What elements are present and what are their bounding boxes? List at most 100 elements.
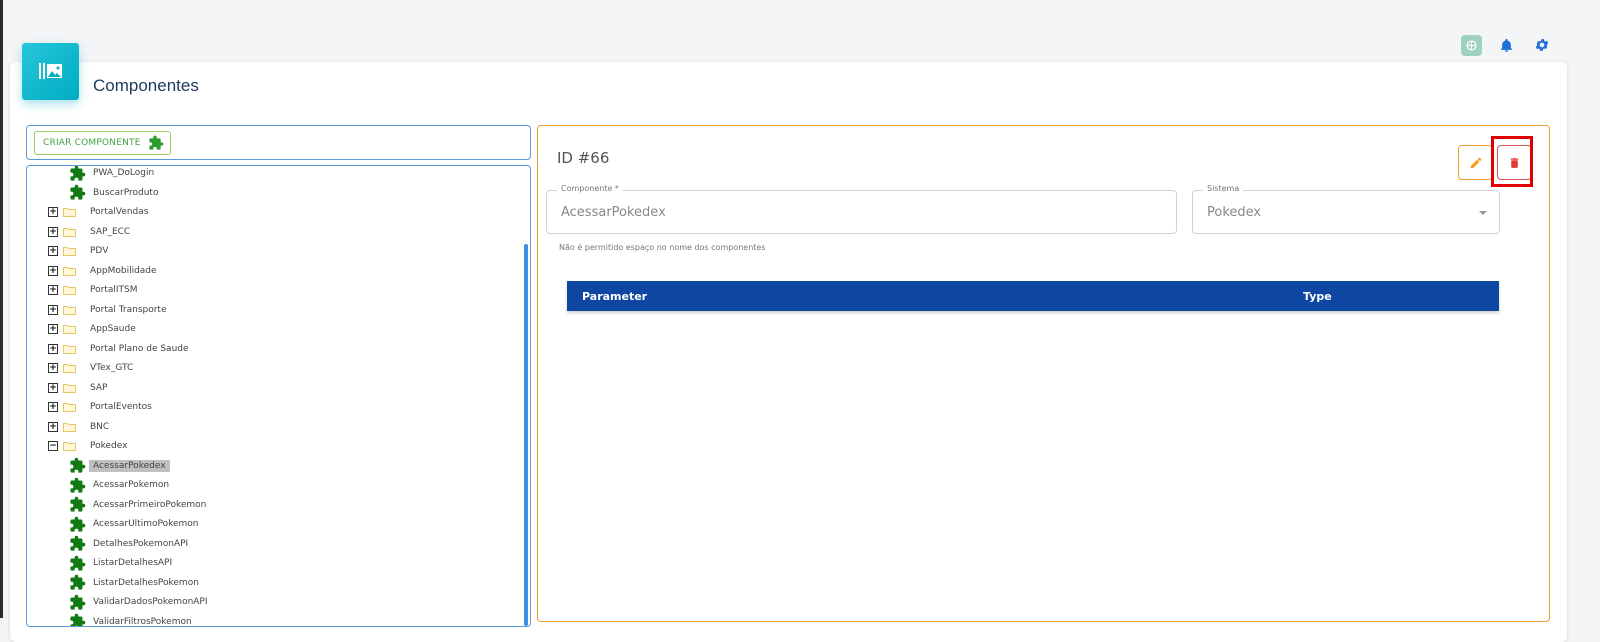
folder-icon xyxy=(63,383,76,393)
folder-icon xyxy=(63,208,76,217)
puzzle-icon xyxy=(70,477,86,493)
puzzle-icon xyxy=(70,166,86,181)
column-parameter: Parameter xyxy=(582,290,648,303)
folder-icon xyxy=(63,422,76,432)
expand-icon[interactable]: + xyxy=(48,324,58,334)
tree-item-label: BuscarProduto xyxy=(93,187,159,198)
expand-icon[interactable]: + xyxy=(48,265,58,276)
folder-icon xyxy=(63,325,76,334)
expand-icon[interactable]: + xyxy=(48,343,58,354)
componente-value: AcessarPokedex xyxy=(561,205,666,220)
tree-component[interactable]: AcessarPrimeiroPokemon xyxy=(69,496,210,514)
folder-icon xyxy=(63,247,76,256)
tree-component[interactable]: ListarDetalhesAPI xyxy=(69,554,176,572)
create-component-button[interactable]: CRIAR COMPONENTE xyxy=(34,131,171,155)
bell-icon[interactable] xyxy=(1494,33,1518,57)
expand-icon[interactable]: + xyxy=(48,304,58,315)
tree-folder[interactable]: + SAP xyxy=(48,379,111,397)
tree-component[interactable]: ValidarDadosPokemonAPI xyxy=(69,593,212,611)
chatgpt-icon[interactable] xyxy=(1461,34,1482,56)
expand-icon[interactable]: + xyxy=(48,382,58,393)
tree-item-label: PWA_DoLogin xyxy=(93,168,155,178)
expand-icon[interactable]: + xyxy=(48,363,58,373)
folder-icon xyxy=(63,442,76,451)
sistema-select[interactable]: Sistema Pokedex xyxy=(1192,184,1500,234)
tree-folder[interactable]: + SAP_ECC xyxy=(48,223,134,241)
tree-component[interactable]: AcessarPokemon xyxy=(69,476,173,494)
edit-button[interactable] xyxy=(1458,145,1493,180)
puzzle-icon xyxy=(70,594,86,610)
tree-folder[interactable]: + Portal Transporte xyxy=(48,301,171,319)
tree-item-label: AcessarPrimeiroPokemon xyxy=(93,499,207,510)
chevron-down-icon xyxy=(1479,211,1487,215)
componente-label: Componente * xyxy=(557,184,623,193)
tree-item-label: VTex_GTC xyxy=(90,363,134,373)
tree-folder[interactable]: + VTex_GTC xyxy=(48,359,137,377)
page-title: Componentes xyxy=(93,76,199,95)
tree-folder[interactable]: + PortalEventos xyxy=(48,398,156,416)
expand-icon[interactable]: + xyxy=(48,226,58,237)
puzzle-icon xyxy=(70,613,86,626)
puzzle-icon xyxy=(70,457,86,473)
trash-icon xyxy=(1510,157,1519,168)
component-id: ID #66 xyxy=(557,149,610,167)
tree-item-label: AcessarUltimoPokemon xyxy=(93,519,199,529)
window-left-edge xyxy=(0,0,3,618)
component-detail-panel: ID #66 Componente * AcessarPokedex Não é… xyxy=(537,125,1550,622)
collapse-icon[interactable]: − xyxy=(48,441,58,451)
tree-item-label: PDV xyxy=(90,246,109,256)
tree-folder[interactable]: + AppSaude xyxy=(48,320,140,338)
tree-component[interactable]: AcessarUltimoPokemon xyxy=(69,515,203,533)
tree-item-label: BNC xyxy=(90,421,110,432)
tree-item-label: AppSaude xyxy=(90,324,136,334)
folder-icon xyxy=(63,266,76,276)
tree-item-label: AppMobilidade xyxy=(90,265,157,276)
tree-item-label: PortalVendas xyxy=(90,207,149,217)
column-type: Type xyxy=(1303,290,1332,303)
tree-folder[interactable]: + PortalVendas xyxy=(48,203,152,221)
tree-component[interactable]: AcessarPokedex xyxy=(69,457,170,475)
create-toolbar: CRIAR COMPONENTE xyxy=(26,125,531,160)
delete-button[interactable] xyxy=(1497,145,1532,180)
expand-icon[interactable]: + xyxy=(48,246,58,256)
tree-item-label: DetalhesPokemonAPI xyxy=(93,538,189,549)
puzzle-icon xyxy=(70,535,86,551)
expand-icon[interactable]: + xyxy=(48,402,58,412)
puzzle-icon xyxy=(70,516,86,532)
tree-scrollbar[interactable] xyxy=(524,244,528,626)
componente-hint: Não é permitido espaço no nome dos compo… xyxy=(559,243,766,252)
tree-folder[interactable]: + PDV xyxy=(48,242,112,260)
folder-icon xyxy=(63,227,76,237)
componente-field[interactable]: Componente * AcessarPokedex xyxy=(546,184,1177,234)
expand-icon[interactable]: + xyxy=(48,421,58,432)
tree-item-label: Pokedex xyxy=(90,441,128,451)
tree-component[interactable]: ValidarFiltrosPokemon xyxy=(69,613,196,627)
tree-item-label: AcessarPokedex xyxy=(89,459,170,472)
gear-icon[interactable] xyxy=(1530,33,1554,57)
tree-item-label: ValidarFiltrosPokemon xyxy=(93,616,192,627)
tree-item-label: ListarDetalhesPokemon xyxy=(93,577,199,588)
tree-item-label: ListarDetalhesAPI xyxy=(93,558,173,568)
puzzle-icon xyxy=(148,135,163,150)
tree-component[interactable]: BuscarProduto xyxy=(69,184,162,202)
expand-icon[interactable]: + xyxy=(48,285,58,295)
tree-item-label: ValidarDadosPokemonAPI xyxy=(93,597,208,607)
tree-folder[interactable]: + AppMobilidade xyxy=(48,262,161,280)
folder-icon xyxy=(63,403,76,412)
create-component-label: CRIAR COMPONENTE xyxy=(43,138,141,148)
tree-folder[interactable]: + BNC xyxy=(48,418,113,436)
expand-icon[interactable]: + xyxy=(48,207,58,217)
tree-folder[interactable]: + Portal Plano de Saude xyxy=(48,340,193,358)
folder-icon xyxy=(63,305,76,315)
puzzle-icon xyxy=(70,574,86,590)
tree-item-label: PortalITSM xyxy=(90,285,138,295)
folder-icon xyxy=(63,286,76,295)
tree-component[interactable]: PWA_DoLogin xyxy=(69,166,158,182)
tree-folder[interactable]: − Pokedex xyxy=(48,437,131,455)
tree-item-label: PortalEventos xyxy=(90,402,152,412)
tree-component[interactable]: DetalhesPokemonAPI xyxy=(69,535,192,553)
tree-folder[interactable]: + PortalITSM xyxy=(48,281,142,299)
tree-component[interactable]: ListarDetalhesPokemon xyxy=(69,574,203,592)
pencil-icon xyxy=(1470,157,1481,168)
tree-item-label: Portal Transporte xyxy=(90,304,167,315)
